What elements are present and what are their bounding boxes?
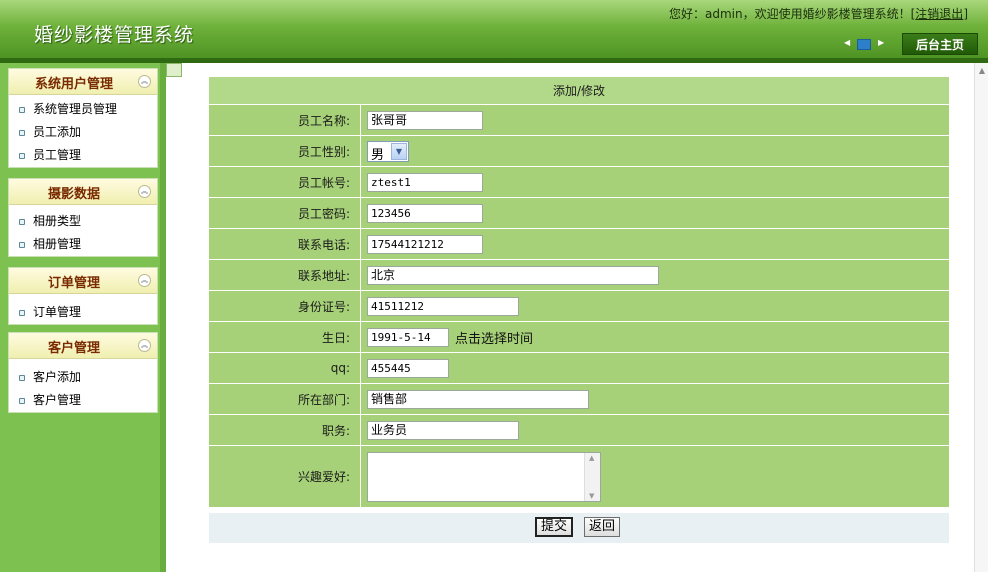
bullet-icon — [19, 375, 25, 381]
sidebar-group-header[interactable]: 客户管理 ︽ — [9, 333, 157, 359]
phone-label: 联系电话: — [209, 229, 361, 260]
gender-label: 员工性别: — [209, 136, 361, 167]
form-row: 所在部门: 销售部 — [209, 384, 949, 415]
sidebar-edge — [160, 63, 166, 572]
sidebar-item-album-manage[interactable]: 相册管理 — [9, 233, 157, 256]
scroll-down-icon[interactable]: ▼ — [589, 492, 594, 500]
sidebar-item-customer-manage[interactable]: 客户管理 — [9, 389, 157, 412]
sidebar-group-customers: 客户管理 ︽ 客户添加 客户管理 — [8, 332, 158, 413]
sidebar-group-orders: 订单管理 ︽ 订单管理 — [8, 267, 158, 325]
bullet-icon — [19, 242, 25, 248]
position-input[interactable]: 业务员 — [367, 420, 519, 440]
sidebar-toggle-button[interactable] — [166, 63, 182, 77]
form-row: 联系电话: 17544121212 — [209, 229, 949, 260]
sidebar-item-order-manage[interactable]: 订单管理 — [9, 301, 157, 324]
name-label: 员工名称: — [209, 105, 361, 136]
form-row: 员工名称: 张哥哥 — [209, 105, 949, 136]
nav-arrows: ◀ ▶ — [842, 38, 890, 52]
sidebar-group-header[interactable]: 摄影数据 ︽ — [9, 179, 157, 205]
back-button[interactable]: 返回 — [584, 517, 621, 537]
bullet-icon — [19, 219, 25, 225]
sidebar-item-customer-add[interactable]: 客户添加 — [9, 366, 157, 389]
account-label: 员工帐号: — [209, 167, 361, 198]
collapse-icon[interactable]: ︽ — [138, 339, 151, 352]
idcard-input[interactable]: 41511212 — [367, 296, 519, 316]
form-row: 职务: 业务员 — [209, 415, 949, 446]
greeting-text: 您好：admin，欢迎使用婚纱影楼管理系统！ — [669, 7, 911, 21]
form-row: 联系地址: 北京 — [209, 260, 949, 291]
idcard-label: 身份证号: — [209, 291, 361, 322]
bullet-icon — [19, 107, 25, 113]
hobby-label: 兴趣爱好: — [209, 446, 361, 508]
form-row: qq: 455445 — [209, 353, 949, 384]
position-label: 职务: — [209, 415, 361, 446]
logout-link[interactable]: 注销退出 — [915, 7, 963, 21]
address-input[interactable]: 北京 — [367, 265, 659, 285]
chevron-down-icon[interactable]: ▼ — [391, 142, 407, 160]
textarea-scrollbar[interactable]: ▲ ▼ — [584, 452, 600, 501]
gender-select[interactable]: 男 ▼ — [367, 140, 409, 163]
sidebar-item-admin-manage[interactable]: 系统管理员管理 — [9, 98, 157, 121]
qq-input[interactable]: 455445 — [367, 358, 449, 378]
scroll-up-icon[interactable]: ▲ — [589, 454, 594, 462]
account-input[interactable]: ztest1 — [367, 172, 483, 192]
qq-label: qq: — [209, 353, 361, 384]
bullet-icon — [19, 398, 25, 404]
collapse-icon[interactable]: ︽ — [138, 75, 151, 88]
form-row: 兴趣爱好: ▲ ▼ — [209, 446, 949, 508]
sidebar-group-title: 客户管理 — [47, 341, 100, 356]
bullet-icon — [19, 130, 25, 136]
sidebar-group-system-users: 系统用户管理 ︽ 系统管理员管理 员工添加 员工管理 — [8, 68, 158, 168]
app-title: 婚纱影楼管理系统 — [34, 24, 195, 46]
sidebar-item-album-type[interactable]: 相册类型 — [9, 210, 157, 233]
bullet-icon — [19, 310, 25, 316]
form-row: 身份证号: 41511212 — [209, 291, 949, 322]
sidebar-group-title: 订单管理 — [47, 276, 100, 291]
sidebar-group-title: 系统用户管理 — [34, 77, 113, 92]
phone-input[interactable]: 17544121212 — [367, 234, 483, 254]
birthday-label: 生日: — [209, 322, 361, 353]
bullet-icon — [19, 153, 25, 159]
sidebar-group-header[interactable]: 订单管理 ︽ — [9, 268, 157, 294]
arrow-right-icon[interactable]: ▶ — [878, 38, 884, 47]
sidebar-item-staff-add[interactable]: 员工添加 — [9, 121, 157, 144]
submit-button[interactable]: 提交 — [535, 517, 574, 537]
form-row: 员工性别: 男 ▼ — [209, 136, 949, 167]
form-caption: 添加/修改 — [209, 77, 949, 105]
sidebar-group-title: 摄影数据 — [47, 187, 100, 202]
collapse-icon[interactable]: ︽ — [138, 185, 151, 198]
panel-toggle-icon[interactable] — [857, 39, 871, 50]
arrow-left-icon[interactable]: ◀ — [844, 38, 850, 47]
employee-form: 添加/修改 员工名称: 张哥哥 员工性别: 男 ▼ 员工帐号: ztest1 员… — [209, 77, 949, 508]
department-input[interactable]: 销售部 — [367, 389, 589, 409]
password-label: 员工密码: — [209, 198, 361, 229]
sidebar-group-header[interactable]: 系统用户管理 ︽ — [9, 69, 157, 95]
home-button[interactable]: 后台主页 — [902, 33, 978, 55]
address-label: 联系地址: — [209, 260, 361, 291]
password-input[interactable]: 123456 — [367, 203, 483, 223]
date-picker-hint[interactable]: 点击选择时间 — [455, 332, 533, 347]
sidebar-group-photo-data: 摄影数据 ︽ 相册类型 相册管理 — [8, 178, 158, 257]
department-label: 所在部门: — [209, 384, 361, 415]
gender-selected: 男 — [371, 147, 385, 163]
sidebar-item-staff-manage[interactable]: 员工管理 — [9, 144, 157, 167]
scroll-up-icon[interactable]: ▲ — [979, 66, 985, 75]
page-scrollbar[interactable] — [974, 63, 988, 572]
birthday-input[interactable]: 1991-5-14 — [367, 327, 449, 347]
hobby-textarea[interactable]: ▲ ▼ — [367, 451, 601, 502]
name-input[interactable]: 张哥哥 — [367, 110, 483, 130]
form-row: 员工帐号: ztest1 — [209, 167, 949, 198]
form-button-bar: 提交 返回 — [209, 513, 949, 543]
greeting-bar: 您好：admin，欢迎使用婚纱影楼管理系统！[注销退出] — [669, 7, 968, 21]
form-row: 员工密码: 123456 — [209, 198, 949, 229]
collapse-icon[interactable]: ︽ — [138, 274, 151, 287]
form-row: 生日: 1991-5-14 点击选择时间 — [209, 322, 949, 353]
